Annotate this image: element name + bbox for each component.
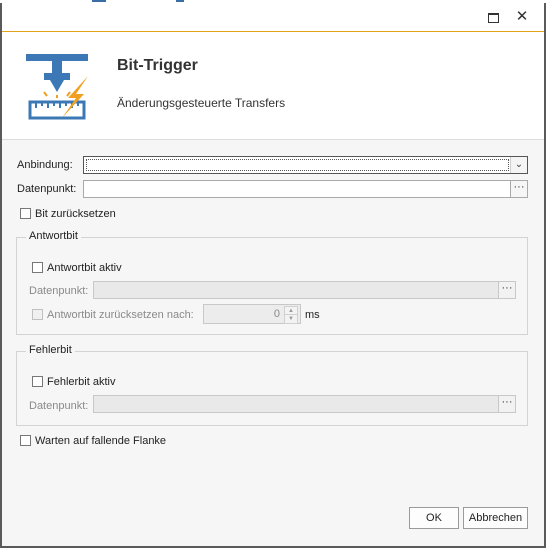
bit-trigger-dialog: ✕ Bit-Trigger Änderungsgesteuerte Transf… (2, 3, 544, 546)
reset-bit-label: Bit zurücksetzen (35, 208, 116, 220)
error-bit-group-title: Fehlerbit (26, 344, 75, 356)
datapoint-label: Datenpunkt: (17, 183, 77, 195)
response-datapoint-browse-button[interactable]: ··· (498, 281, 516, 299)
response-reset-after-value: 0 (273, 308, 280, 320)
ok-button[interactable]: OK (409, 507, 459, 529)
title-bar: ✕ (2, 3, 544, 32)
response-datapoint-input[interactable] (93, 281, 499, 299)
datapoint-input[interactable] (83, 180, 511, 198)
bit-trigger-icon (26, 54, 88, 120)
error-datapoint-label: Datenpunkt: (29, 400, 89, 412)
response-reset-after-label: Antwortbit zurücksetzen nach: (47, 309, 194, 321)
dialog-header: Bit-Trigger Änderungsgesteuerte Transfer… (2, 32, 544, 140)
datapoint-browse-button[interactable]: ··· (510, 180, 528, 198)
response-bit-active-checkbox[interactable] (32, 262, 43, 273)
background-mark (176, 0, 184, 2)
error-datapoint-input[interactable] (93, 395, 499, 413)
falling-edge-checkbox[interactable] (20, 435, 31, 446)
response-reset-after-checkbox[interactable] (32, 309, 43, 320)
close-button[interactable]: ✕ (513, 8, 531, 26)
binding-dropdown[interactable]: ⌄ (83, 156, 528, 174)
response-bit-group-title: Antwortbit (26, 230, 81, 242)
response-datapoint-label: Datenpunkt: (29, 285, 89, 297)
error-bit-active-checkbox[interactable] (32, 376, 43, 387)
binding-label: Anbindung: (17, 159, 73, 171)
chevron-down-icon[interactable]: ⌄ (510, 157, 527, 173)
background-mark (92, 0, 106, 2)
close-icon: ✕ (515, 8, 529, 25)
error-bit-active-label: Fehlerbit aktiv (47, 376, 116, 388)
response-reset-after-unit: ms (305, 309, 320, 321)
maximize-button[interactable] (484, 8, 502, 26)
response-reset-after-stepper[interactable]: 0 ▲ ▼ (203, 304, 301, 324)
error-bit-group (16, 351, 528, 426)
falling-edge-label: Warten auf fallende Flanke (35, 435, 167, 447)
dialog-subtitle: Änderungsgesteuerte Transfers (117, 96, 286, 110)
focus-rect (86, 159, 509, 171)
dialog-title: Bit-Trigger (117, 57, 198, 74)
response-bit-active-label: Antwortbit aktiv (47, 262, 122, 274)
error-datapoint-browse-button[interactable]: ··· (498, 395, 516, 413)
maximize-icon (488, 13, 499, 23)
cancel-button[interactable]: Abbrechen (463, 507, 528, 529)
reset-bit-checkbox[interactable] (20, 208, 31, 219)
chevron-down-icon[interactable]: ▼ (284, 314, 298, 324)
